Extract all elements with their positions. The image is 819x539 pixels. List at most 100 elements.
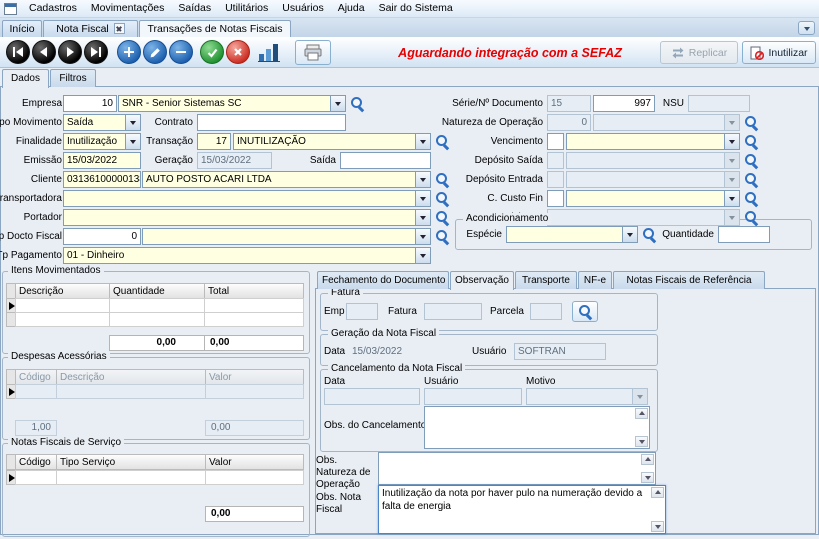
chart-button[interactable] (257, 42, 283, 64)
scroll-down-icon[interactable] (651, 521, 664, 532)
cliente-combo[interactable]: AUTO POSTO ACARI LTDA (142, 171, 431, 188)
table-cell[interactable] (15, 298, 110, 313)
dropdown-arrow-icon[interactable] (415, 210, 430, 225)
next-record-button[interactable] (58, 40, 82, 64)
inutilizar-button[interactable]: Inutilizar (742, 41, 816, 64)
search-icon[interactable] (744, 134, 758, 149)
portador-combo[interactable] (63, 209, 431, 226)
servico-col-codigo[interactable]: Código (15, 454, 57, 470)
dropdown-arrow-icon[interactable] (415, 172, 430, 187)
tab-inicio[interactable]: Início (2, 20, 42, 37)
scroll-up-icon[interactable] (651, 487, 664, 498)
table-cell[interactable] (109, 298, 205, 313)
scroll-up-icon[interactable] (641, 454, 654, 465)
cancel-button[interactable] (226, 40, 250, 64)
tab-notas-referencia[interactable]: Notas Fiscais de Referência (613, 271, 765, 289)
dropdown-arrow-icon[interactable] (330, 96, 345, 111)
transacao-combo[interactable]: INUTILIZAÇÃO (233, 133, 431, 150)
table-cell[interactable] (15, 470, 57, 485)
search-icon[interactable] (744, 115, 758, 130)
dropdown-arrow-icon[interactable] (415, 248, 430, 263)
vencimento-code-field[interactable] (547, 133, 564, 150)
contrato-field[interactable] (197, 114, 346, 131)
menu-usuarios[interactable]: Usuários (275, 0, 330, 18)
tp-docto-fiscal-code-field[interactable]: 0 (63, 228, 141, 245)
cliente-code-field[interactable]: 03136100000138 (63, 171, 141, 188)
tab-transporte[interactable]: Transporte (515, 271, 577, 289)
table-cell[interactable] (205, 470, 304, 485)
scroll-down-icon[interactable] (641, 472, 654, 483)
menu-cadastros[interactable]: Cadastros (22, 0, 84, 18)
itens-col-quantidade[interactable]: Quantidade (109, 283, 205, 299)
confirm-button[interactable] (200, 40, 224, 64)
tab-transacoes-notas-fiscais[interactable]: Transações de Notas Fiscais (139, 20, 291, 37)
last-record-button[interactable] (84, 40, 108, 64)
itens-col-total[interactable]: Total (204, 283, 304, 299)
menu-saidas[interactable]: Saídas (171, 0, 218, 18)
menu-utilitarios[interactable]: Utilitários (218, 0, 275, 18)
add-button[interactable] (117, 40, 141, 64)
emissao-field[interactable]: 15/03/2022 (63, 152, 141, 169)
servico-col-valor[interactable]: Valor (205, 454, 304, 470)
tp-pagamento-combo[interactable]: 01 - Dinheiro (63, 247, 431, 264)
fatura-search-button[interactable] (572, 301, 598, 322)
obs-natureza-textarea[interactable] (378, 452, 656, 485)
tab-nota-fiscal[interactable]: Nota Fiscal (43, 20, 138, 37)
obs-nota-textarea[interactable]: Inutilização da nota por haver pulo na n… (378, 485, 666, 534)
tab-nfe[interactable]: NF-e (578, 271, 612, 289)
dropdown-arrow-icon[interactable] (125, 134, 140, 149)
c-custo-fin-combo[interactable] (566, 190, 740, 207)
table-cell[interactable] (204, 312, 304, 327)
search-icon[interactable] (435, 134, 449, 149)
tipo-movimento-combo[interactable]: Saída (63, 114, 141, 131)
first-record-button[interactable] (6, 40, 30, 64)
c-custo-fin-code-field[interactable] (547, 190, 564, 207)
table-cell[interactable] (15, 312, 110, 327)
dropdown-arrow-icon[interactable] (622, 227, 637, 242)
tab-dados[interactable]: Dados (2, 69, 49, 88)
itens-col-descricao[interactable]: Descrição (15, 283, 110, 299)
servico-col-tipo[interactable]: Tipo Serviço (56, 454, 206, 470)
search-icon[interactable] (744, 210, 758, 225)
edit-button[interactable] (143, 40, 167, 64)
table-cell[interactable] (56, 470, 206, 485)
menu-sair[interactable]: Sair do Sistema (372, 0, 460, 18)
empresa-code-field[interactable]: 10 (63, 95, 117, 112)
dropdown-arrow-icon[interactable] (415, 134, 430, 149)
table-cell[interactable] (109, 312, 205, 327)
tp-docto-fiscal-combo[interactable] (142, 228, 431, 245)
transacao-code-field[interactable]: 17 (197, 133, 231, 150)
finalidade-combo[interactable]: Inutilização (63, 133, 141, 150)
dropdown-arrow-icon[interactable] (415, 191, 430, 206)
search-icon[interactable] (744, 153, 758, 168)
saida-field[interactable] (340, 152, 431, 169)
dropdown-arrow-icon[interactable] (724, 134, 739, 149)
search-icon[interactable] (435, 229, 449, 244)
search-icon[interactable] (350, 96, 364, 111)
search-icon[interactable] (435, 172, 449, 187)
search-icon[interactable] (744, 191, 758, 206)
transportadora-combo[interactable] (63, 190, 431, 207)
close-icon[interactable] (114, 23, 125, 34)
search-icon[interactable] (435, 191, 449, 206)
tab-filtros[interactable]: Filtros (50, 69, 96, 87)
tab-observacao[interactable]: Observação (450, 271, 514, 290)
menu-movimentacoes[interactable]: Movimentações (84, 0, 172, 18)
numero-documento-field[interactable]: 997 (593, 95, 655, 112)
dropdown-arrow-icon[interactable] (724, 191, 739, 206)
tab-fechamento-documento[interactable]: Fechamento do Documento (317, 271, 449, 289)
quantidade-field[interactable] (718, 226, 770, 243)
menu-ajuda[interactable]: Ajuda (331, 0, 372, 18)
search-icon[interactable] (744, 172, 758, 187)
print-button[interactable] (295, 40, 331, 65)
chevron-down-icon[interactable] (798, 21, 815, 35)
especie-combo[interactable] (506, 226, 638, 243)
vencimento-combo[interactable] (566, 133, 740, 150)
empresa-combo[interactable]: SNR - Senior Sistemas SC (118, 95, 346, 112)
remove-button[interactable] (169, 40, 193, 64)
search-icon[interactable] (435, 210, 449, 225)
search-icon[interactable] (642, 227, 656, 242)
previous-record-button[interactable] (32, 40, 56, 64)
table-cell[interactable] (204, 298, 304, 313)
dropdown-arrow-icon[interactable] (415, 229, 430, 244)
